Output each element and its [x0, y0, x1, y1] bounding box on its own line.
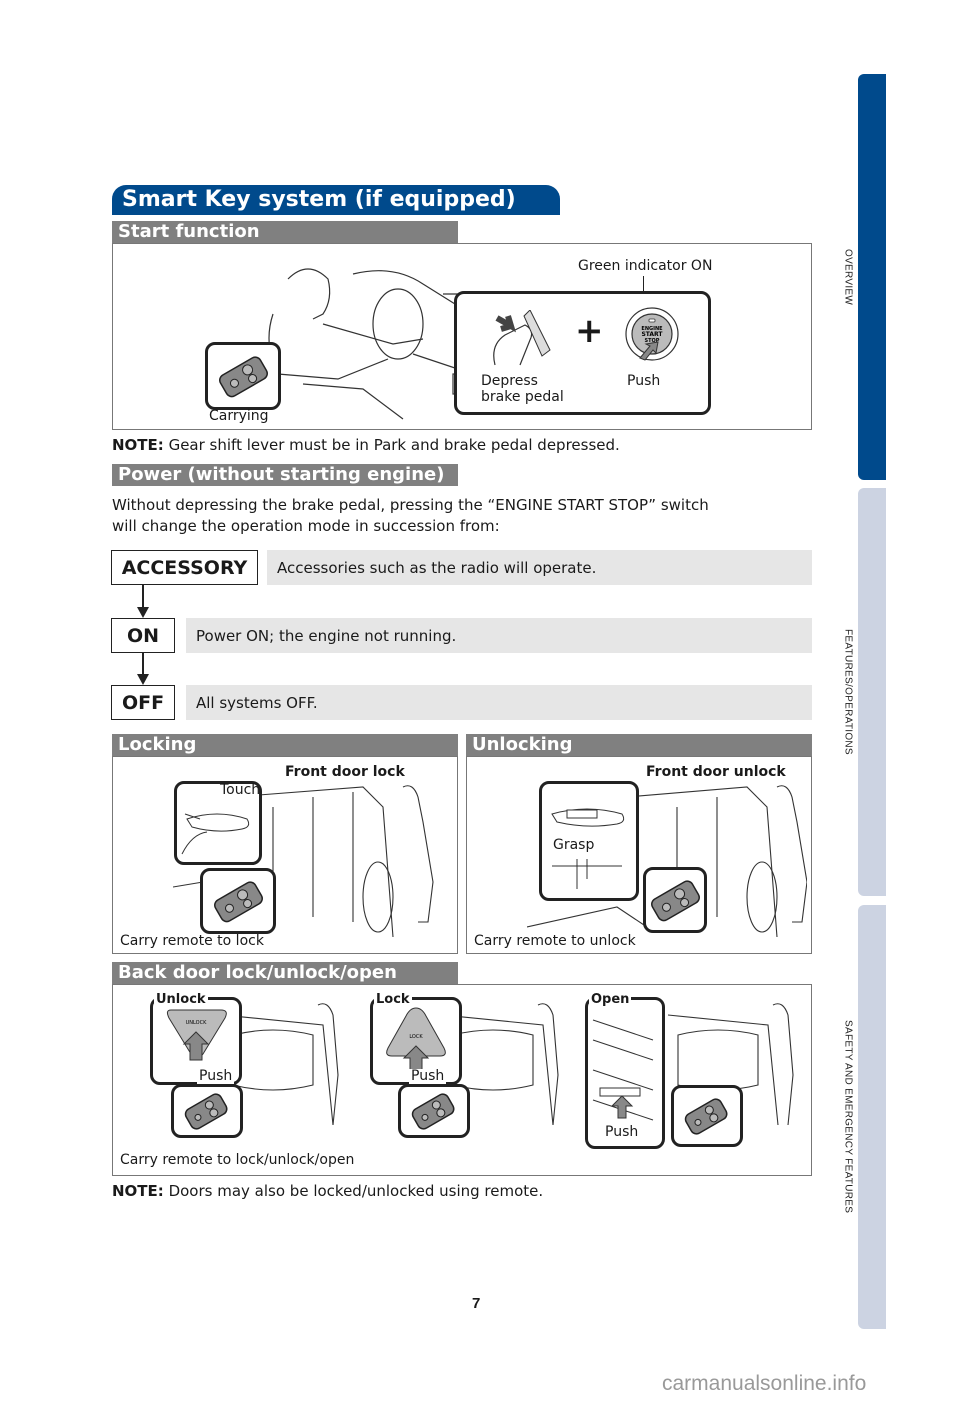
tab-safety-label: SAFETY AND EMERGENCY FEATURES: [842, 1020, 854, 1214]
locking-caption: Carry remote to lock: [120, 933, 264, 949]
mode-off-desc: All systems OFF.: [186, 685, 812, 720]
unlock-fob-callout: [171, 1084, 243, 1138]
key-fob-icon: [684, 1098, 728, 1135]
engine-start-stop-button-icon: ENGINE START STOP: [625, 307, 679, 361]
tab-features-operations[interactable]: [858, 488, 886, 896]
watermark: carmanualsonline.info: [662, 1372, 867, 1395]
power-intro-line1: Without depressing the brake pedal, pres…: [112, 496, 709, 514]
start-function-heading: Start function: [112, 221, 458, 243]
locking-panel: Touch Front door lock Carry remote to lo…: [112, 756, 458, 954]
mode-on-desc: Power ON; the engine not running.: [186, 618, 812, 653]
tab-features-label: FEATURES/OPERATIONS: [842, 629, 854, 755]
lock-button-text: LOCK: [409, 1034, 423, 1040]
button-text-start: START: [641, 331, 663, 338]
brake-pedal-icon: [493, 310, 551, 366]
grasp-label: Grasp: [553, 837, 595, 853]
lock-fob-callout: [398, 1084, 470, 1138]
unlock-label: Unlock: [154, 992, 208, 1007]
back-door-caption: Carry remote to lock/unlock/open: [120, 1152, 355, 1168]
page-title: Smart Key system (if equipped): [112, 185, 560, 213]
tab-overview-label: OVERVIEW: [842, 248, 854, 306]
plus-sign: +: [575, 311, 604, 351]
mode-off: OFF: [111, 685, 175, 720]
unlock-fob-callout: [643, 867, 707, 933]
footer-note: NOTE: Doors may also be locked/unlocked …: [112, 1181, 543, 1201]
back-door-panel: UNLOCK Unlock Push LOCK Lock Push Open P…: [112, 984, 812, 1176]
footer-note-label: NOTE:: [112, 1182, 164, 1200]
start-function-panel: Carrying Green indicator ON + ENGINE STA…: [112, 243, 812, 430]
open-fob-callout: [671, 1085, 743, 1147]
start-note: NOTE: Gear shift lever must be in Park a…: [112, 435, 620, 455]
key-fob-icon: [214, 881, 263, 923]
unlocking-caption: Carry remote to unlock: [474, 933, 636, 949]
locking-heading: Locking: [112, 734, 458, 756]
note-label: NOTE:: [112, 436, 164, 454]
carrying-label: Carrying: [209, 408, 269, 424]
key-fob-icon: [184, 1093, 228, 1130]
unlocking-heading: Unlocking: [466, 734, 812, 756]
tab-overview[interactable]: [858, 74, 886, 480]
open-label: Open: [589, 992, 632, 1007]
start-callout: + ENGINE START STOP Depress brake pedal …: [454, 291, 711, 415]
open-push-label: Push: [603, 1124, 641, 1140]
key-fob-icon: [219, 356, 268, 398]
lock-push-label: Push: [409, 1068, 447, 1084]
footer-note-text: Doors may also be locked/unlocked using …: [168, 1182, 544, 1200]
page-number: 7: [472, 1295, 481, 1312]
front-door-lock-title: Front door lock: [285, 764, 405, 780]
carrying-callout: [205, 342, 281, 410]
touch-label: Touch: [220, 782, 261, 798]
unlock-push-label: Push: [197, 1068, 235, 1084]
green-indicator-label: Green indicator ON: [578, 258, 713, 274]
mode-accessory: ACCESSORY: [111, 550, 258, 585]
lock-fob-callout: [200, 868, 276, 934]
unlocking-panel: Grasp Front door unlock Carry remote to …: [466, 756, 812, 954]
mode-accessory-desc: Accessories such as the radio will opera…: [267, 550, 812, 585]
front-door-unlock-title: Front door unlock: [646, 764, 786, 780]
depress-label-2: brake pedal: [481, 389, 564, 405]
title-underline: [112, 213, 560, 215]
power-heading: Power (without starting engine): [112, 464, 458, 486]
arrow-down-icon: [137, 653, 149, 685]
key-fob-icon: [411, 1093, 455, 1130]
unlock-button-text: UNLOCK: [186, 1020, 207, 1026]
lock-label: Lock: [374, 992, 412, 1007]
note-text: Gear shift lever must be in Park and bra…: [168, 436, 620, 454]
depress-label-1: Depress: [481, 373, 538, 389]
back-door-heading: Back door lock/unlock/open: [112, 962, 458, 984]
push-label: Push: [627, 373, 661, 389]
power-intro-line2: will change the operation mode in succes…: [112, 517, 500, 535]
arrow-down-icon: [137, 585, 149, 618]
mode-on: ON: [111, 618, 175, 653]
key-fob-icon: [651, 880, 700, 922]
tab-safety-emergency[interactable]: [858, 905, 886, 1329]
